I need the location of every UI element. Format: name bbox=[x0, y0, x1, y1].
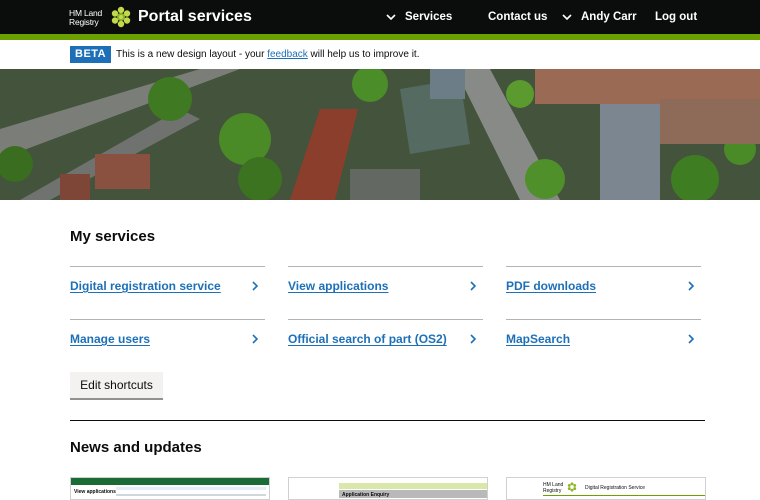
feedback-link[interactable]: feedback bbox=[267, 49, 308, 60]
chevron-right-icon bbox=[470, 334, 477, 344]
service-label: View applications bbox=[288, 279, 389, 293]
service-link-manage-users[interactable]: Manage users bbox=[70, 319, 265, 371]
service-label: MapSearch bbox=[506, 332, 571, 346]
service-label: Official search of part (OS2) bbox=[288, 332, 447, 346]
service-link-digital-registration[interactable]: Digital registration service bbox=[70, 266, 265, 318]
thumb-header bbox=[71, 478, 269, 485]
news-heading: News and updates bbox=[70, 439, 202, 456]
thumb-2-title: Application Enquiry bbox=[342, 492, 390, 498]
site-header: HM Land Registry Portal services Service… bbox=[0, 0, 760, 34]
thumb-stripe bbox=[543, 495, 705, 496]
beta-message: This is a new design layout - your feedb… bbox=[116, 48, 420, 61]
chevron-right-icon bbox=[252, 281, 259, 291]
service-name-link[interactable]: Portal services bbox=[138, 7, 252, 27]
nav-services-label: Services bbox=[405, 11, 453, 23]
beta-text-after: will help us to improve it. bbox=[307, 49, 420, 60]
nav-services[interactable]: Services bbox=[385, 9, 452, 25]
crest-icon bbox=[567, 482, 577, 492]
aerial-photo bbox=[0, 69, 760, 200]
service-link-official-search-os2[interactable]: Official search of part (OS2) bbox=[288, 319, 483, 371]
news-thumbnail-3[interactable]: HM Land Registry Digital Registration Se… bbox=[506, 477, 706, 500]
service-link-mapsearch[interactable]: MapSearch bbox=[506, 319, 701, 371]
chevron-right-icon bbox=[252, 334, 259, 344]
crest-icon bbox=[111, 6, 131, 28]
news-thumbnail-2[interactable]: Application Enquiry bbox=[288, 477, 488, 500]
chevron-down-icon bbox=[562, 14, 572, 21]
thumb-header bbox=[339, 483, 487, 489]
thumb-bar bbox=[116, 494, 266, 496]
nav-user-menu[interactable]: Andy Carr bbox=[561, 9, 637, 25]
chevron-right-icon bbox=[688, 334, 695, 344]
nav-user-label: Andy Carr bbox=[581, 11, 637, 23]
thumb-3-logo: HM Land Registry bbox=[543, 482, 564, 494]
service-link-pdf-downloads[interactable]: PDF downloads bbox=[506, 266, 701, 318]
beta-text-before: This is a new design layout - your bbox=[116, 49, 268, 60]
thumb-bar bbox=[116, 487, 266, 490]
beta-tag: BETA bbox=[70, 46, 112, 63]
news-thumbnail-1[interactable]: View applications bbox=[70, 477, 270, 500]
edit-shortcuts-button[interactable]: Edit shortcuts bbox=[70, 372, 163, 398]
chevron-right-icon bbox=[688, 281, 695, 291]
chevron-right-icon bbox=[470, 281, 477, 291]
my-services-heading: My services bbox=[70, 228, 156, 245]
thumb-1-title: View applications bbox=[74, 489, 116, 495]
hm-land-registry-logo[interactable]: HM Land Registry bbox=[69, 6, 107, 30]
section-divider bbox=[70, 420, 705, 421]
logo-line-2: Registry bbox=[69, 17, 99, 27]
nav-log-out[interactable]: Log out bbox=[655, 9, 697, 25]
chevron-down-icon bbox=[386, 14, 396, 21]
service-link-view-applications[interactable]: View applications bbox=[288, 266, 483, 318]
service-label: Manage users bbox=[70, 332, 151, 346]
logo-text: HM Land Registry bbox=[69, 8, 107, 28]
service-label: PDF downloads bbox=[506, 279, 596, 293]
thumb-3-title: Digital Registration Service bbox=[585, 485, 646, 491]
nav-contact-us[interactable]: Contact us bbox=[488, 9, 547, 25]
service-label: Digital registration service bbox=[70, 279, 221, 293]
hero-aerial-image bbox=[0, 69, 760, 200]
beta-banner: BETA This is a new design layout - your … bbox=[0, 40, 760, 69]
